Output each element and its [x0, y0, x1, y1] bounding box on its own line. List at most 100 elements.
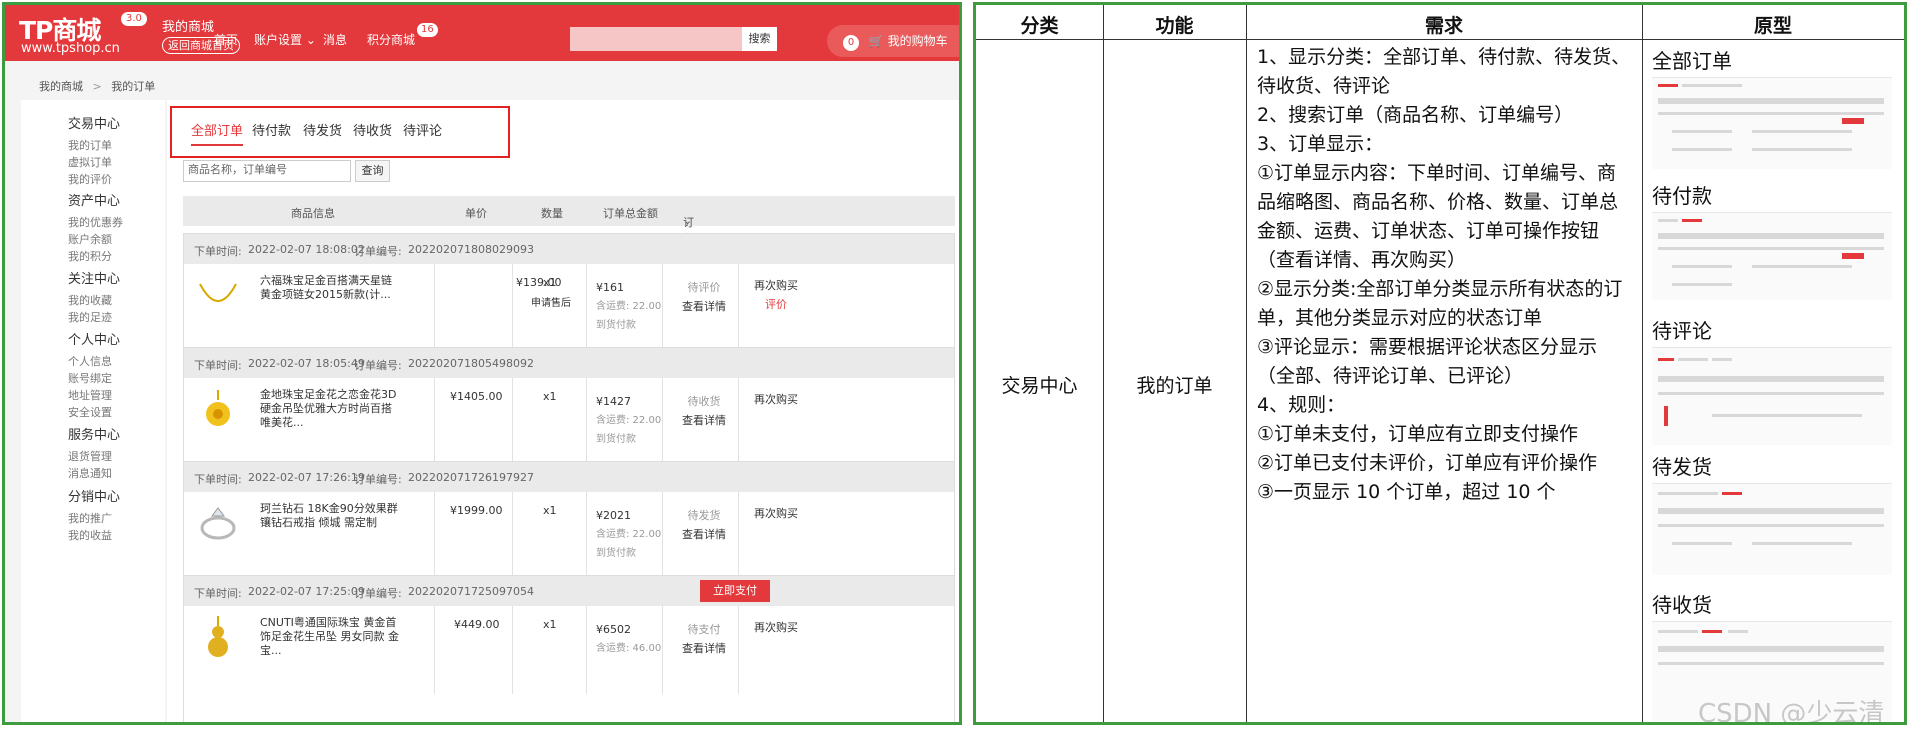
sidebar-item-earnings[interactable]: 我的收益 — [68, 527, 112, 543]
order-head: 下单时间: 2022-02-07 17:26:19 订单编号: 20220207… — [184, 462, 954, 492]
sidebar-item-footprints[interactable]: 我的足迹 — [68, 309, 112, 325]
order-ops: 再次购买 — [740, 618, 812, 637]
necklace-thumbnail[interactable] — [196, 274, 240, 318]
buy-again-link[interactable]: 再次购买 — [740, 504, 812, 523]
order-total: ¥2021 — [596, 509, 631, 522]
sidebar-item-profile[interactable]: 个人信息 — [68, 353, 112, 369]
gourd-pendant-thumbnail[interactable] — [196, 616, 240, 660]
sidebar-item-coupons[interactable]: 我的优惠券 — [68, 214, 123, 230]
order-status: 待评价 — [687, 281, 721, 294]
requirement-line: ②订单已支付未评价，订单应有评价操作 — [1257, 452, 1598, 474]
view-detail-link[interactable]: 查看详情 — [682, 411, 726, 430]
product-name[interactable]: 六福珠宝足金百搭满天星链黄金项链女2015新款(计... — [260, 274, 400, 302]
sidebar-item-points[interactable]: 我的积分 — [68, 248, 112, 264]
nav-home[interactable]: 首页 — [214, 31, 238, 48]
table-rule — [1642, 5, 1643, 722]
order-ops: 再次购买 评价 — [740, 276, 812, 314]
freight: 含运费: 22.00 — [596, 529, 662, 540]
order-no: 202202071805498092 — [408, 357, 534, 370]
product-name[interactable]: 珂兰钻石 18K金90分效果群镶钻石戒指 倾城 需定制 — [260, 502, 400, 530]
cell-feature: 我的订单 — [1136, 375, 1213, 397]
nav-messages[interactable]: 消息 — [323, 31, 347, 48]
nav-points-mall[interactable]: 积分商城 — [367, 31, 415, 48]
order-status-block: 待评价 查看详情 — [682, 278, 726, 316]
version-badge: 3.0 — [121, 12, 147, 26]
pendant-thumbnail[interactable] — [196, 388, 240, 432]
prototype-thumbnail — [1652, 77, 1892, 169]
divider — [586, 606, 587, 694]
review-link[interactable]: 评价 — [740, 295, 812, 314]
product-name[interactable]: 金地珠宝足金花之恋金花3D硬金吊坠优雅大方时尚百搭唯美花... — [260, 388, 400, 430]
tab-all-orders[interactable]: 全部订单 — [191, 120, 244, 146]
buy-again-link[interactable]: 再次购买 — [740, 390, 812, 409]
buy-again-link[interactable]: 再次购买 — [740, 276, 812, 295]
order-card: 下单时间: 2022-02-07 17:25:09 订单编号: 20220207… — [183, 575, 955, 722]
after-sale-link[interactable]: 申请售后 — [531, 294, 571, 309]
sidebar-item-returns[interactable]: 退货管理 — [68, 448, 112, 464]
search-input[interactable] — [570, 27, 742, 51]
product-name[interactable]: CNUTI粤通国际珠宝 黄金首饰足金花生吊坠 男女同款 金宝... — [260, 616, 400, 658]
divider — [738, 378, 739, 466]
requirements-text: 1、显示分类：全部订单、待付款、待发货、待收货、待评论 2、搜索订单（商品名称、… — [1257, 43, 1635, 507]
breadcrumb-item[interactable]: 我的商城 — [39, 80, 83, 93]
divider — [434, 492, 435, 580]
nav-account-settings[interactable]: 账户设置 ⌄ — [254, 31, 316, 48]
order-status: 待收货 — [687, 395, 721, 408]
sidebar-item-virtual-orders[interactable]: 虚拟订单 — [68, 154, 112, 170]
chevron-down-icon: ⌄ — [305, 33, 316, 47]
pay-now-button[interactable]: 立即支付 — [700, 580, 770, 602]
sidebar-item-address[interactable]: 地址管理 — [68, 387, 112, 403]
order-total: ¥161 — [596, 281, 624, 294]
divider — [586, 378, 587, 466]
divider — [662, 264, 663, 352]
view-detail-link[interactable]: 查看详情 — [682, 639, 726, 658]
sidebar-item-account-binding[interactable]: 账号绑定 — [68, 370, 112, 386]
order-no: 202202071725097054 — [408, 585, 534, 598]
divider — [662, 378, 663, 466]
order-body: 金地珠宝足金花之恋金花3D硬金吊坠优雅大方时尚百搭唯美花... ¥1405.00… — [184, 378, 954, 466]
order-no-label: 订单编号: — [354, 245, 402, 258]
sidebar-item-my-orders[interactable]: 我的订单 — [68, 137, 112, 153]
requirement-line: 3、订单显示： — [1257, 133, 1384, 155]
chevron-down-icon: ⌄ — [683, 214, 693, 227]
order-time: 2022-02-07 17:25:09 — [248, 585, 365, 598]
breadcrumb-item[interactable]: 我的订单 — [111, 80, 155, 93]
tab-pending-payment[interactable]: 待付款 — [252, 120, 291, 139]
sidebar-group-trade: 交易中心 — [68, 117, 121, 132]
pay-type: 到货付款 — [596, 434, 636, 445]
sidebar-item-balance[interactable]: 账户余额 — [68, 231, 112, 247]
view-detail-link[interactable]: 查看详情 — [682, 297, 726, 316]
message-count-badge: 16 — [417, 23, 438, 37]
freight: 含运费: 22.00 — [596, 301, 662, 312]
sidebar-item-favorites[interactable]: 我的收藏 — [68, 292, 112, 308]
sidebar-group-assets: 资产中心 — [68, 194, 121, 209]
sidebar-item-my-reviews[interactable]: 我的评价 — [68, 171, 112, 187]
chevron-right-icon: > — [92, 80, 102, 93]
requirement-line: ③一页显示 10 个订单，超过 10 个 — [1257, 481, 1556, 503]
requirements-table: 分类 功能 需求 原型 交易中心 我的订单 1、显示分类：全部订单、待付款、待发… — [973, 2, 1907, 725]
header-feature: 功能 — [1155, 15, 1194, 37]
order-search-button[interactable]: 查询 — [355, 160, 390, 182]
tab-pending-receipt[interactable]: 待收货 — [353, 120, 392, 139]
divider — [586, 492, 587, 580]
prototype-thumbnail — [1652, 347, 1892, 445]
sidebar-item-security[interactable]: 安全设置 — [68, 404, 112, 420]
order-main: 全部订单 待付款 待发货 待收货 待评论 商品名称，订单编号 查询 商品信息 单… — [167, 100, 959, 722]
cart-button[interactable]: 0 🛒 我的购物车 — [827, 25, 959, 57]
buy-again-link[interactable]: 再次购买 — [740, 618, 812, 637]
order-status-block: 待收货 查看详情 — [682, 392, 726, 430]
sidebar-item-promotion[interactable]: 我的推广 — [68, 510, 112, 526]
tab-pending-review[interactable]: 待评论 — [403, 120, 442, 139]
search-button[interactable]: 搜索 — [742, 27, 777, 51]
ring-thumbnail[interactable] — [196, 502, 240, 546]
sidebar-group-distribution: 分销中心 — [68, 490, 121, 505]
order-time-label: 下单时间: — [194, 473, 242, 486]
order-status: 待支付 — [687, 623, 721, 636]
view-detail-link[interactable]: 查看详情 — [682, 525, 726, 544]
divider — [434, 378, 435, 466]
order-search-input[interactable]: 商品名称，订单编号 — [183, 160, 351, 182]
my-mall-title[interactable]: 我的商城 — [162, 16, 214, 35]
sidebar-item-notifications[interactable]: 消息通知 — [68, 465, 112, 481]
tab-pending-shipment[interactable]: 待发货 — [303, 120, 342, 139]
order-body: 珂兰钻石 18K金90分效果群镶钻石戒指 倾城 需定制 ¥1999.00 x1 … — [184, 492, 954, 580]
